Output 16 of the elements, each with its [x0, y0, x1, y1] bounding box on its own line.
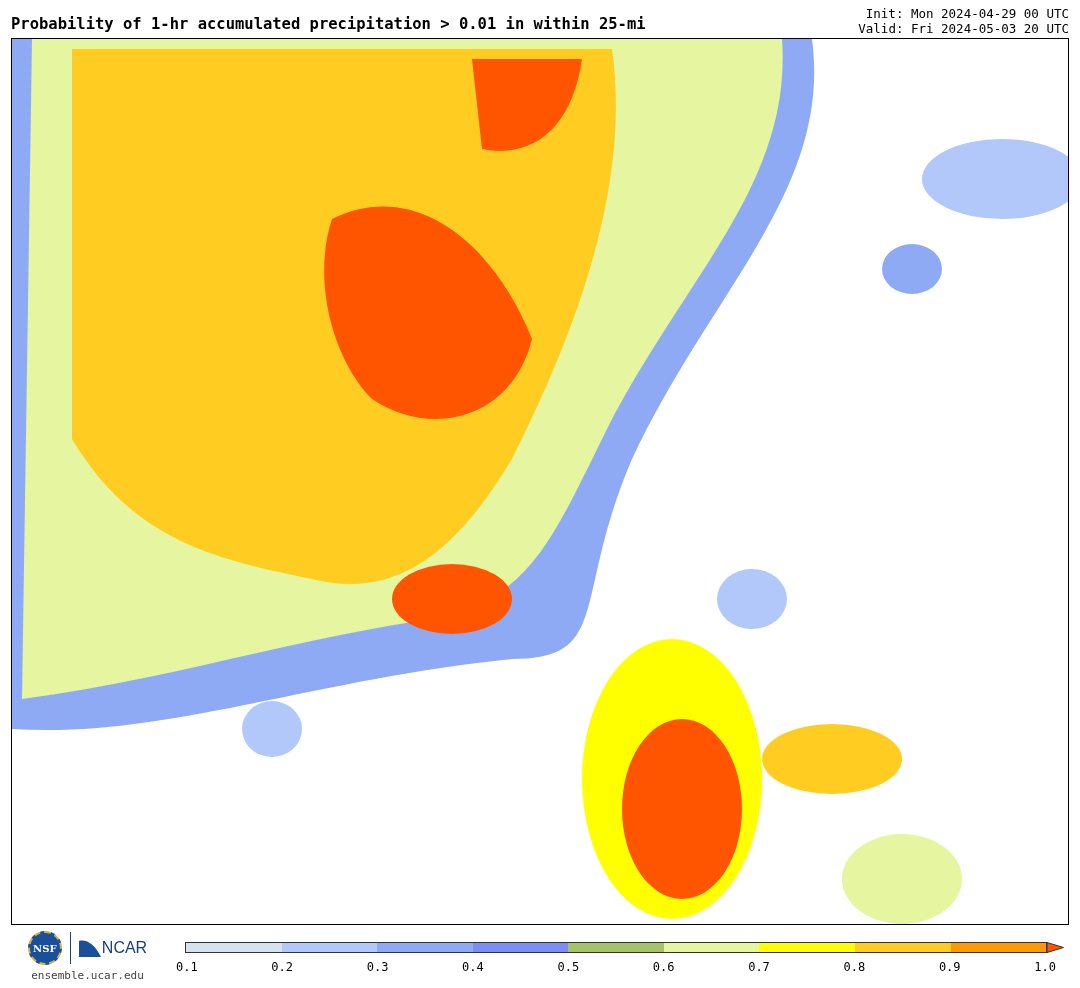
tick-label: 0.1	[176, 960, 198, 974]
nsf-logo: NSF	[27, 931, 62, 965]
tick-label: 0.3	[366, 960, 389, 974]
chart-title: Probability of 1-hr accumulated precipitation > 0.01 in within 25-mi	[11, 15, 646, 35]
tick-label: 0.2	[271, 960, 294, 974]
tick-label: 0.7	[748, 960, 770, 974]
tick-label: 0.5	[557, 960, 580, 974]
tick-label: 0.9	[938, 960, 961, 974]
valid-time: Valid: Fri 2024-05-03 20 UTC	[858, 21, 1069, 36]
init-time: Init: Mon 2024-04-29 00 UTC	[865, 6, 1069, 21]
tick-label: 0.4	[462, 960, 484, 974]
tick-label: 0.8	[843, 960, 866, 974]
ncar-logo: NCAR	[78, 939, 148, 957]
tick-label: 0.6	[652, 960, 675, 974]
site-url: ensemble.ucar.edu	[31, 969, 144, 982]
tick-label: 1.0	[1034, 960, 1056, 974]
